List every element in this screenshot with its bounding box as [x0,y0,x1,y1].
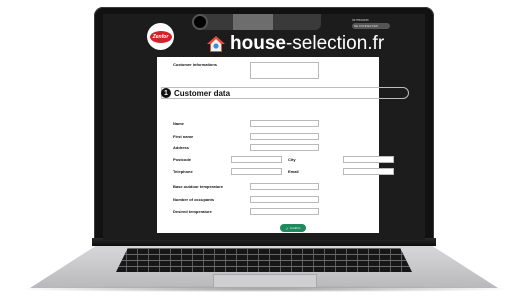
login-button[interactable]: SE CONNECTER [352,23,390,29]
house-icon [207,36,225,52]
phone-number: 0975569486 [352,18,369,22]
customer-information-textarea[interactable] [250,62,319,79]
name-input[interactable] [250,120,319,127]
postcode-label: Postcode [173,157,192,162]
customer-form: Customer informations 1 Customer data Na… [157,57,409,233]
confirm-button[interactable]: ✓ Confirm [280,224,306,232]
header-photo-strip [199,14,321,30]
postcode-input[interactable] [231,156,282,163]
partner-logo[interactable]: Zenfor [147,23,174,50]
name-label: Name [173,121,184,126]
city-input[interactable] [343,156,394,163]
keyboard [116,248,412,272]
brand-prefix: house [230,33,286,54]
house-photo [233,14,273,30]
screen: Zenfor house -selection.fr 0975569486 SE… [103,14,425,240]
trackpad [213,274,317,287]
webcam-icon [192,14,208,30]
base-outdoor-temperature-input[interactable] [250,183,319,190]
first-name-label: First name [173,134,194,139]
number-of-occupants-input[interactable] [250,196,319,203]
brand-suffix: -selection.fr [285,33,385,54]
customer-information-label: Customer informations [173,62,218,67]
check-icon: ✓ [285,225,289,231]
section-header-customer-data: 1 Customer data [161,87,409,99]
telephone-input[interactable] [231,168,282,175]
desired-temperature-input[interactable] [250,208,319,215]
site-brand[interactable]: house -selection.fr [206,33,384,55]
number-of-occupants-label: Number of occupants [173,197,215,202]
address-input[interactable] [250,144,319,151]
account-box: 0975569486 SE CONNECTER [352,18,396,29]
first-name-input[interactable] [250,133,319,140]
section-title: Customer data [174,88,231,98]
confirm-label: Confirm [289,226,301,230]
city-label: City [288,157,296,162]
partner-logo-text: Zenfor [149,30,172,43]
desired-temperature-label: Desired temperature [173,209,212,214]
email-input[interactable] [343,168,394,175]
telephone-label: Telephone [173,169,193,174]
email-label: Email [288,169,299,174]
base-outdoor-temperature-label: Base outdoor temperature [173,184,224,189]
section-number-badge: 1 [161,88,171,98]
address-label: Address [173,145,190,150]
